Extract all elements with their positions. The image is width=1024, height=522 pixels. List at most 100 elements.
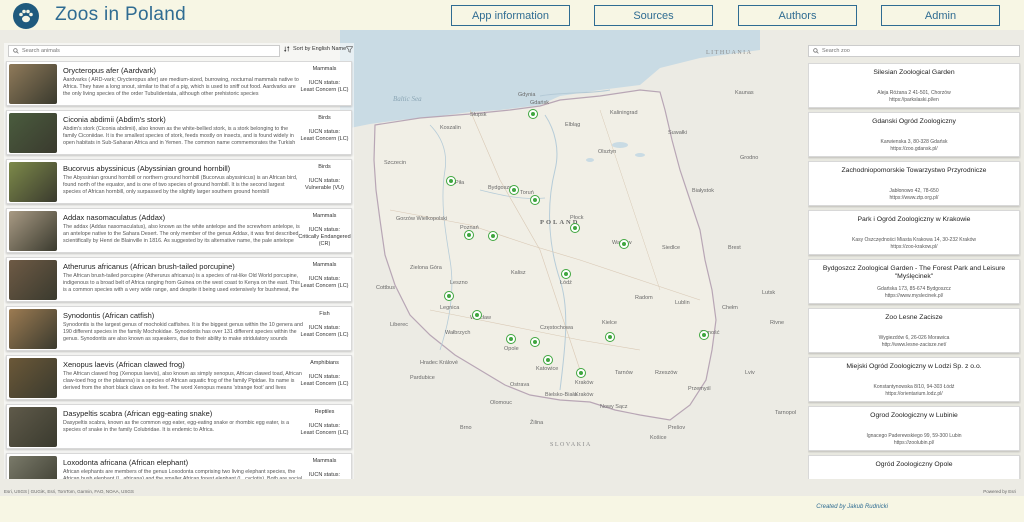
animals-search-input[interactable]: [22, 48, 272, 54]
authors-button[interactable]: Authors: [738, 5, 857, 26]
powered-by-esri: Powered by Esri: [983, 489, 1016, 494]
animal-card[interactable]: Bucorvus abyssinicus (Abyssinian ground …: [6, 159, 352, 204]
zoo-search-box[interactable]: [808, 45, 1020, 57]
zoo-marker-katowice[interactable]: [543, 355, 553, 365]
map-city-legnica: Legnica: [440, 305, 460, 311]
zoo-marker-torun[interactable]: [530, 195, 540, 205]
zoo-card[interactable]: Gdanski Ogród Zoologiczny Karwienska 3, …: [808, 112, 1020, 157]
zoo-url[interactable]: https://zoolubin.pl/: [813, 440, 1015, 446]
search-icon: [13, 48, 19, 54]
map-city-przemysl: Przemyśl: [688, 386, 711, 392]
zoo-marker-wroclaw[interactable]: [472, 310, 482, 320]
zoo-marker-poznan-2[interactable]: [488, 231, 498, 241]
map-city-liberec: Liberec: [390, 322, 409, 328]
animal-card[interactable]: Addax nasomaculatus (Addax) The addax (A…: [6, 208, 352, 253]
zoo-address: Gdańska 173, 85-674 Bydgoszcz: [877, 286, 951, 292]
zoo-list[interactable]: Silesian Zoological Garden Aleja Różana …: [808, 63, 1021, 479]
animals-search-box[interactable]: [8, 45, 280, 57]
map-city-grodno: Grodno: [740, 155, 759, 161]
zoo-marker-kielce[interactable]: [605, 332, 615, 342]
map-city-zilina: Žilina: [530, 420, 544, 426]
animal-card[interactable]: Orycteropus afer (Aardvark) Aardvarks ( …: [6, 61, 352, 106]
iucn-label: IUCN status:: [308, 374, 341, 380]
map-city-rivne: Rivne: [770, 320, 785, 326]
zoo-address: Ignacego Paderewskiego 99, 59-300 Lubin: [866, 433, 962, 439]
zoo-marker-czestochowa[interactable]: [530, 337, 540, 347]
animal-group: Amphibians: [310, 360, 339, 366]
animal-card[interactable]: Ciconia abdimii (Abdim's stork) Abdim's …: [6, 110, 352, 155]
zoo-marker-poznan[interactable]: [464, 230, 474, 240]
animal-card[interactable]: Dasypeltis scabra (African egg-eating sn…: [6, 404, 352, 449]
animal-name: Bucorvus abyssinicus (Abyssinian ground …: [63, 164, 231, 173]
sort-icon: [284, 46, 290, 52]
zoo-name: Ogrod Zoologiczny w Lubinie: [870, 412, 958, 419]
animal-photo: [9, 358, 57, 398]
zoo-card[interactable]: Park i Ogród Zoologiczny w Krakowie Kasy…: [808, 210, 1020, 255]
zoo-address: Aleja Różana 2 41-501, Chorzów: [877, 90, 951, 96]
map-city-czestochowa: Częstochowa: [540, 325, 574, 331]
zoo-card[interactable]: Zachodniopomorskie Towarzystwo Przyrodni…: [808, 161, 1020, 206]
animal-group: Mammals: [312, 213, 337, 219]
animals-search-bar: Sort by English Name: [4, 43, 354, 59]
animal-name: Loxodonta africana (African elephant): [63, 458, 189, 467]
sort-button[interactable]: Sort by English Name: [284, 46, 346, 52]
zoo-url[interactable]: https://zoo.gdansk.pl/: [813, 146, 1015, 152]
zoo-url[interactable]: https://www.myslecinek.pl/: [813, 293, 1015, 299]
zoo-url[interactable]: https://zoo-krakow.pl/: [813, 244, 1015, 250]
animal-card[interactable]: Synodontis (African catfish) Synodontis …: [6, 306, 352, 351]
map-city-hradec-kralove: Hradec Králové: [420, 360, 458, 366]
map-city-leszno: Leszno: [450, 280, 468, 286]
animal-list[interactable]: Orycteropus afer (Aardvark) Aardvarks ( …: [4, 61, 354, 479]
map-city-kaunas: Kaunas: [735, 90, 754, 96]
map-city-pila: Piła: [455, 180, 465, 186]
animal-card[interactable]: Xenopus laevis (African clawed frog) The…: [6, 355, 352, 400]
map-city-kaliningrad: Kaliningrad: [610, 110, 638, 116]
zoo-card[interactable]: Bydgoszcz Zoological Garden - The Forest…: [808, 259, 1020, 304]
zoo-marker-warsaw[interactable]: [619, 239, 629, 249]
animal-group: Birds: [318, 164, 331, 170]
zoo-url[interactable]: https://orientarium.lodz.pl/: [813, 391, 1015, 397]
animal-name: Orycteropus afer (Aardvark): [63, 66, 156, 75]
zoo-marker-lodz[interactable]: [561, 269, 571, 279]
animal-iucn-status: IUCN status: Least Concern (LC): [297, 374, 351, 388]
zoo-marker-lublin[interactable]: [699, 330, 709, 340]
paw-logo-icon: [13, 3, 39, 29]
map-attribution: Esri, USGS | GUGiK, Esri, TomTom, Garmin…: [4, 489, 134, 494]
animal-photo: [9, 162, 57, 202]
zoo-url[interactable]: https://www.ztp.org.pl/: [813, 195, 1015, 201]
zoo-marker-opole[interactable]: [506, 334, 516, 344]
zoo-marker-bydgoszcz[interactable]: [509, 185, 519, 195]
zoo-card[interactable]: Ogród Zoologiczny Opole Spacerowa 10, 45…: [808, 455, 1020, 479]
zoo-marker-zielona-gora[interactable]: [444, 291, 454, 301]
zoo-card[interactable]: Silesian Zoological Garden Aleja Różana …: [808, 63, 1020, 108]
map-city-plock: Płock: [570, 215, 584, 221]
map-city-gdynia: Gdynia: [518, 92, 536, 98]
iucn-label: IUCN status:: [308, 276, 341, 282]
zoo-card[interactable]: Ogrod Zoologiczny w Lubinie Ignacego Pad…: [808, 406, 1020, 451]
sources-button[interactable]: Sources: [594, 5, 713, 26]
animal-iucn-status: IUCN status: Least Concern (LC): [297, 276, 351, 290]
zoo-url[interactable]: https://parkslaski.pl/en: [813, 97, 1015, 103]
zoo-card[interactable]: Miejski Ogród Zoologiczny w Lodzi Sp. z …: [808, 357, 1020, 402]
map-city-tarnopol: Tarnopol: [775, 410, 797, 416]
zoo-address: Wygiezdów 6, 26-026 Morawica: [878, 335, 950, 341]
filter-icon[interactable]: [345, 46, 354, 55]
map-city-kalisz: Kalisz: [511, 270, 526, 276]
zoo-search-input[interactable]: [822, 48, 1012, 54]
zoo-marker-gdansk[interactable]: [528, 109, 538, 119]
map-city-brno: Brno: [460, 425, 472, 431]
zoo-marker-plock[interactable]: [570, 223, 580, 233]
zoo-marker-krakow[interactable]: [576, 368, 586, 378]
animals-panel: Sort by English Name Orycteropus afer (A…: [4, 43, 354, 479]
app-information-button[interactable]: App information: [451, 5, 570, 26]
map-label-baltic-sea: Baltic Sea: [393, 95, 422, 103]
animal-card[interactable]: Atherurus africanus (African brush-taile…: [6, 257, 352, 302]
animal-iucn-status: IUCN status: Least Concern (LC): [297, 80, 351, 94]
map-city-pardubice: Pardubice: [410, 375, 435, 381]
zoo-url[interactable]: http://www.lesne-zacisze.net/: [813, 342, 1015, 348]
animal-card[interactable]: Loxodonta africana (African elephant) Af…: [6, 453, 352, 479]
zoo-marker-szczecin[interactable]: [446, 176, 456, 186]
iucn-label: IUCN status:: [308, 129, 341, 135]
zoo-card[interactable]: Zoo Lesne Zacisze Wygiezdów 6, 26-026 Mo…: [808, 308, 1020, 353]
admin-button[interactable]: Admin: [881, 5, 1000, 26]
